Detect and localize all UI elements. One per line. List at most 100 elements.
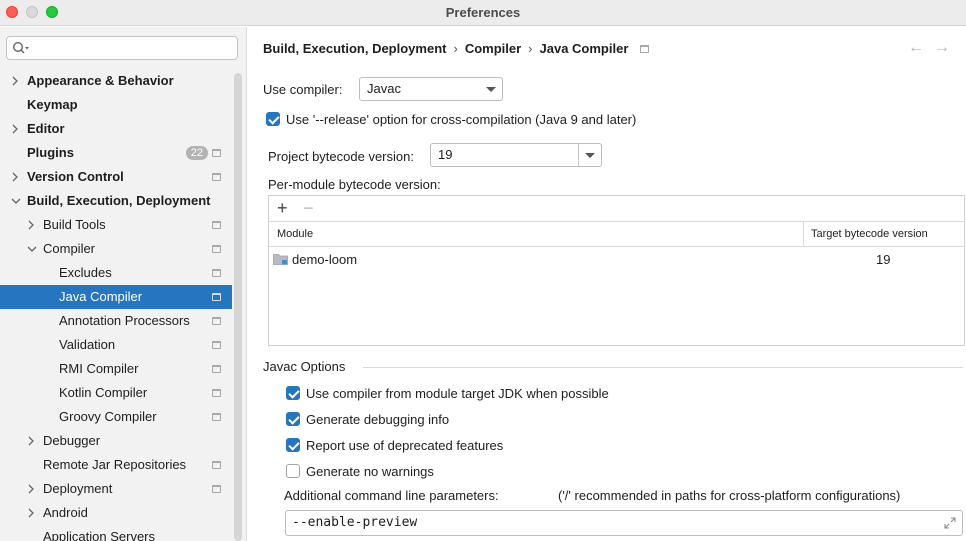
deprecated-features-checkbox[interactable] <box>286 438 300 452</box>
sidebar-item-version-control[interactable]: Version Control <box>0 165 232 189</box>
target-bytecode-value[interactable]: 19 <box>876 252 890 267</box>
sidebar-item-appearance-behavior[interactable]: Appearance & Behavior <box>0 69 232 93</box>
module-target-jdk-label: Use compiler from module target JDK when… <box>306 386 609 401</box>
table-row[interactable]: demo-loom 19 <box>269 248 964 272</box>
remove-module-button[interactable]: − <box>303 198 314 218</box>
expand-icon[interactable] <box>944 517 956 529</box>
sidebar-item-label: Excludes <box>59 265 112 280</box>
breadcrumb-separator: › <box>453 41 458 56</box>
sidebar-item-rmi-compiler[interactable]: RMI Compiler <box>0 357 232 381</box>
project-settings-icon <box>212 365 221 373</box>
chevron-down-icon[interactable] <box>25 237 39 261</box>
section-divider <box>363 367 963 368</box>
chevron-right-icon[interactable] <box>9 165 23 189</box>
chevron-right-icon[interactable] <box>25 501 39 525</box>
sidebar-item-label: Plugins <box>27 145 74 160</box>
project-settings-icon <box>212 293 221 301</box>
project-bytecode-label: Project bytecode version: <box>268 149 414 164</box>
use-compiler-label: Use compiler: <box>263 82 343 97</box>
sidebar-item-deployment[interactable]: Deployment <box>0 477 232 501</box>
no-warnings-checkbox[interactable] <box>286 464 300 478</box>
sidebar-item-validation[interactable]: Validation <box>0 333 232 357</box>
sidebar-item-label: Groovy Compiler <box>59 409 157 424</box>
sidebar-item-application-servers[interactable]: Application Servers <box>0 525 232 541</box>
settings-search-input[interactable] <box>6 36 238 60</box>
sidebar-item-label: Deployment <box>43 481 113 496</box>
column-separator <box>803 222 804 247</box>
project-settings-icon <box>212 245 221 253</box>
column-header-target-bytecode[interactable]: Target bytecode version <box>811 228 928 240</box>
sidebar-item-kotlin-compiler[interactable]: Kotlin Compiler <box>0 381 232 405</box>
window-title: Preferences <box>445 5 521 20</box>
forward-arrow-icon[interactable]: → <box>934 39 960 56</box>
project-settings-icon <box>212 317 221 325</box>
sidebar-item-label: Application Servers <box>43 529 155 541</box>
sidebar-item-label: Debugger <box>43 433 101 448</box>
additional-params-hint: ('/' recommended in paths for cross-plat… <box>558 488 901 503</box>
debugging-info-label: Generate debugging info <box>306 412 450 427</box>
project-settings-icon <box>212 485 221 493</box>
chevron-down-icon[interactable] <box>9 189 23 213</box>
section-title: Javac Options <box>263 359 346 374</box>
table-header: Module Target bytecode version <box>269 222 964 247</box>
sidebar-item-groovy-compiler[interactable]: Groovy Compiler <box>0 405 232 429</box>
search-icon <box>12 41 29 54</box>
project-settings-icon <box>212 389 221 397</box>
sidebar-item-label: Keymap <box>27 97 78 112</box>
breadcrumb-build-execution-deployment[interactable]: Build, Execution, Deployment <box>263 41 446 56</box>
deprecated-features-label: Report use of deprecated features <box>306 438 504 453</box>
project-settings-icon <box>212 341 221 349</box>
combo-divider <box>578 144 579 166</box>
chevron-right-icon[interactable] <box>25 429 39 453</box>
sidebar-item-label: Appearance & Behavior <box>27 73 174 88</box>
sidebar-item-keymap[interactable]: Keymap <box>0 93 232 117</box>
release-option-checkbox[interactable] <box>266 112 280 126</box>
additional-params-label: Additional command line parameters: <box>284 488 499 503</box>
settings-tree: Appearance & Behavior Keymap Editor Plug… <box>0 69 232 541</box>
additional-params-value: --enable-preview <box>292 515 418 530</box>
project-settings-icon <box>212 149 221 157</box>
per-module-label: Per-module bytecode version: <box>268 177 441 192</box>
project-settings-icon <box>212 461 221 469</box>
use-compiler-select[interactable]: Javac <box>359 77 503 101</box>
column-header-module[interactable]: Module <box>277 228 313 240</box>
chevron-right-icon[interactable] <box>25 213 39 237</box>
sidebar-item-plugins[interactable]: Plugins 22 <box>0 141 232 165</box>
per-module-bytecode-table: + − Module Target bytecode version demo-… <box>268 195 965 346</box>
breadcrumb: Build, Execution, Deployment › Compiler › Ja… <box>263 41 650 56</box>
sidebar-item-label: Build, Execution, Deployment <box>27 193 211 208</box>
sidebar-item-compiler[interactable]: Compiler <box>0 237 232 261</box>
module-name: demo-loom <box>292 252 358 267</box>
sidebar-item-label: Version Control <box>27 169 124 184</box>
sidebar-item-android[interactable]: Android <box>0 501 232 525</box>
dropdown-arrow-icon <box>486 87 496 92</box>
chevron-right-icon[interactable] <box>9 69 23 93</box>
project-bytecode-select[interactable]: 19 <box>430 143 602 167</box>
breadcrumb-compiler[interactable]: Compiler <box>465 41 521 56</box>
module-target-jdk-checkbox[interactable] <box>286 386 300 400</box>
sidebar-scrollbar[interactable] <box>234 73 242 541</box>
project-settings-icon <box>212 173 221 181</box>
chevron-right-icon[interactable] <box>25 477 39 501</box>
breadcrumb-separator: › <box>528 41 533 56</box>
additional-params-input[interactable]: --enable-preview <box>285 510 963 536</box>
sidebar-item-remote-jar-repositories[interactable]: Remote Jar Repositories <box>0 453 232 477</box>
sidebar-item-label: Compiler <box>43 241 96 256</box>
plugins-count-badge: 22 <box>185 146 208 160</box>
sidebar-item-label: Editor <box>27 121 65 136</box>
sidebar-item-label: Validation <box>59 337 116 352</box>
sidebar-item-excludes[interactable]: Excludes <box>0 261 232 285</box>
sidebar-item-java-compiler[interactable]: Java Compiler <box>0 285 232 309</box>
project-settings-icon <box>212 269 221 277</box>
sidebar-item-build-tools[interactable]: Build Tools <box>0 213 232 237</box>
sidebar-item-build-execution-deployment[interactable]: Build, Execution, Deployment <box>0 189 232 213</box>
add-module-button[interactable]: + <box>277 198 288 218</box>
project-bytecode-value: 19 <box>438 147 453 162</box>
sidebar-item-annotation-processors[interactable]: Annotation Processors <box>0 309 232 333</box>
debugging-info-checkbox[interactable] <box>286 412 300 426</box>
chevron-right-icon[interactable] <box>9 117 23 141</box>
sidebar-item-debugger[interactable]: Debugger <box>0 429 232 453</box>
back-arrow-icon[interactable]: ← <box>908 39 934 56</box>
sidebar-item-editor[interactable]: Editor <box>0 117 232 141</box>
release-option-label: Use '--release' option for cross-compila… <box>286 112 637 127</box>
